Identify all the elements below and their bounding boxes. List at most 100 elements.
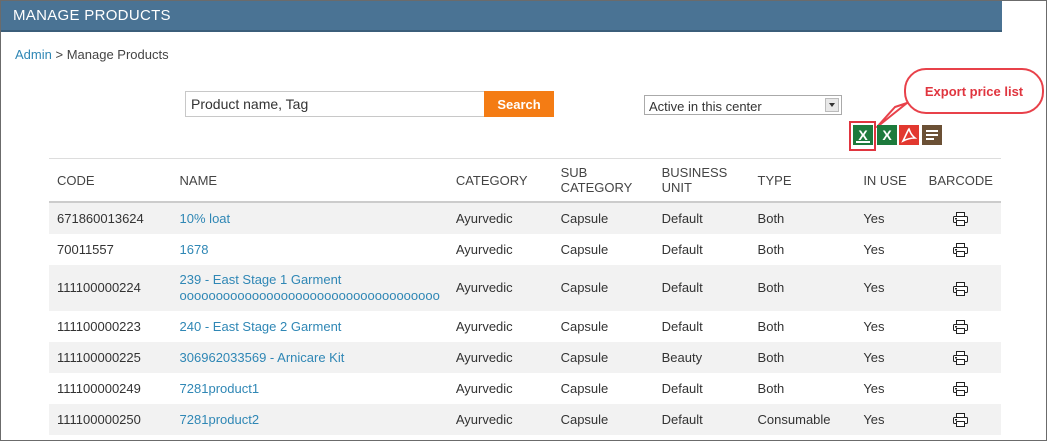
cell-barcode bbox=[921, 311, 1001, 342]
cell-in-use: Yes bbox=[855, 265, 921, 311]
cell-category: Ayurvedic bbox=[455, 241, 513, 257]
cell-code: 111100000225 bbox=[49, 342, 172, 373]
table-row: 111100000249 7281product1 Ayurvedic Caps… bbox=[49, 373, 1001, 404]
product-name-line2[interactable]: oooooooooooooooooooooooooooooooooooo bbox=[180, 288, 440, 303]
cell-barcode bbox=[921, 373, 1001, 404]
breadcrumb-separator: > bbox=[55, 47, 64, 62]
cell-code: 70011557 bbox=[57, 241, 114, 257]
cell-category: Ayurvedic bbox=[447, 404, 553, 435]
cell-type: Consumable bbox=[749, 404, 856, 435]
print-icon[interactable] bbox=[953, 413, 969, 428]
column-header-name[interactable]: NAME bbox=[171, 158, 448, 203]
cell-type: Both bbox=[757, 380, 785, 396]
cell-barcode bbox=[920, 202, 1001, 234]
cell-sub-category: Capsule bbox=[552, 404, 654, 435]
table-row: 111100000224 239 - East Stage 1 Garment o… bbox=[49, 265, 1001, 311]
cell-business-unit: Default bbox=[653, 265, 750, 311]
cell-type: Both bbox=[749, 342, 856, 373]
page-header: MANAGE PRODUCTS bbox=[1, 1, 1002, 32]
cell-sub-category: Capsule bbox=[560, 318, 609, 334]
cell-business-unit: Default bbox=[653, 202, 750, 234]
product-name-link[interactable]: 7281product1 bbox=[172, 373, 448, 404]
column-header-sub-category[interactable]: SUB CATEGORY bbox=[552, 158, 654, 203]
cell-code: 111100000250 bbox=[49, 404, 172, 435]
column-header-category[interactable]: CATEGORY bbox=[447, 158, 553, 203]
cell-barcode bbox=[920, 342, 1001, 373]
product-name-link[interactable]: 1678 bbox=[172, 234, 448, 265]
cell-sub-category: Capsule bbox=[560, 241, 609, 257]
cell-in-use: Yes bbox=[855, 404, 921, 435]
column-header-in-use[interactable]: IN USE bbox=[855, 158, 921, 203]
print-icon[interactable] bbox=[953, 382, 969, 397]
cell-type: Both bbox=[757, 318, 785, 334]
export-price-list-callout: Export price list bbox=[904, 68, 1044, 114]
cell-business-unit: Beauty bbox=[653, 342, 750, 373]
cell-sub-category: Capsule bbox=[552, 265, 654, 311]
column-header-type[interactable]: TYPE bbox=[749, 158, 856, 203]
text-report-icon[interactable] bbox=[922, 125, 942, 145]
print-icon[interactable] bbox=[953, 243, 969, 258]
cell-category: Ayurvedic bbox=[447, 265, 553, 311]
cell-type: Both bbox=[757, 241, 785, 257]
print-icon[interactable] bbox=[953, 351, 969, 366]
page-title: MANAGE PRODUCTS bbox=[13, 7, 171, 24]
column-header-code[interactable]: CODE bbox=[49, 158, 172, 203]
table-row: 111100000250 7281product2 Ayurvedic Caps… bbox=[49, 404, 1001, 435]
product-name-link[interactable]: 239 - East Stage 1 Garment oooooooooooooo… bbox=[171, 265, 448, 311]
search-input[interactable] bbox=[185, 91, 486, 117]
table-header-row: CODE NAME CATEGORY SUB CATEGORY BUSINESS… bbox=[49, 158, 1001, 203]
cell-type: Both bbox=[749, 202, 856, 234]
cell-category: Ayurvedic bbox=[447, 342, 553, 373]
product-name-line1[interactable]: 239 - East Stage 1 Garment bbox=[180, 272, 342, 287]
cell-category: Ayurvedic bbox=[455, 318, 513, 334]
manage-products-window: MANAGE PRODUCTS Admin > Manage Products … bbox=[0, 0, 1047, 441]
cell-code: 671860013624 bbox=[49, 202, 172, 234]
cell-business-unit: Default bbox=[661, 241, 703, 257]
cell-business-unit: Default bbox=[661, 380, 703, 396]
column-header-business-unit[interactable]: BUSINESS UNIT bbox=[653, 158, 750, 203]
cell-category: Ayurvedic bbox=[447, 202, 553, 234]
cell-code: 111100000224 bbox=[49, 265, 172, 311]
product-name-link[interactable]: 306962033569 - Arnicare Kit bbox=[171, 342, 448, 373]
status-filter-value: Active in this center bbox=[649, 99, 762, 114]
cell-sub-category: Capsule bbox=[560, 380, 609, 396]
cell-in-use: Yes bbox=[855, 202, 921, 234]
cell-in-use: Yes bbox=[863, 380, 885, 396]
table-row: 111100000225 306962033569 - Arnicare Kit… bbox=[49, 342, 1001, 373]
cell-in-use: Yes bbox=[863, 318, 885, 334]
print-icon[interactable] bbox=[953, 281, 969, 296]
breadcrumb: Admin > Manage Products bbox=[15, 47, 169, 62]
product-name-link[interactable]: 7281product2 bbox=[171, 404, 448, 435]
cell-in-use: Yes bbox=[855, 342, 921, 373]
cell-barcode bbox=[921, 234, 1001, 265]
status-filter-select[interactable]: Active in this center bbox=[644, 95, 842, 115]
products-table: CODE NAME CATEGORY SUB CATEGORY BUSINESS… bbox=[49, 158, 1001, 435]
breadcrumb-admin-link[interactable]: Admin bbox=[15, 47, 52, 62]
pdf-icon[interactable] bbox=[899, 125, 919, 145]
cell-category: Ayurvedic bbox=[455, 380, 513, 396]
svg-text:X: X bbox=[882, 127, 892, 143]
column-header-barcode: BARCODE bbox=[920, 158, 1001, 203]
print-icon[interactable] bbox=[953, 320, 969, 335]
cell-barcode bbox=[920, 404, 1001, 435]
svg-text:X: X bbox=[858, 127, 868, 143]
search-button[interactable]: Search bbox=[484, 91, 554, 117]
product-name-link[interactable]: 10% loat bbox=[171, 202, 448, 234]
cell-sub-category: Capsule bbox=[552, 202, 654, 234]
cell-in-use: Yes bbox=[863, 241, 885, 257]
product-name-link[interactable]: 240 - East Stage 2 Garment bbox=[172, 311, 448, 342]
excel-icon[interactable]: X bbox=[877, 125, 897, 145]
excel-price-list-icon[interactable]: X bbox=[853, 125, 873, 145]
table-row: 111100000223 240 - East Stage 2 Garment … bbox=[49, 311, 1001, 342]
table-row: 671860013624 10% loat Ayurvedic Capsule … bbox=[49, 202, 1001, 234]
print-icon[interactable] bbox=[953, 212, 969, 227]
cell-business-unit: Default bbox=[661, 318, 703, 334]
cell-type: Both bbox=[749, 265, 856, 311]
cell-business-unit: Default bbox=[653, 404, 750, 435]
cell-sub-category: Capsule bbox=[552, 342, 654, 373]
cell-code: 111100000223 bbox=[57, 318, 141, 334]
breadcrumb-current: Manage Products bbox=[66, 47, 169, 62]
cell-code: 111100000249 bbox=[57, 380, 141, 396]
chevron-down-icon[interactable] bbox=[825, 98, 839, 112]
callout-text: Export price list bbox=[924, 84, 1024, 99]
